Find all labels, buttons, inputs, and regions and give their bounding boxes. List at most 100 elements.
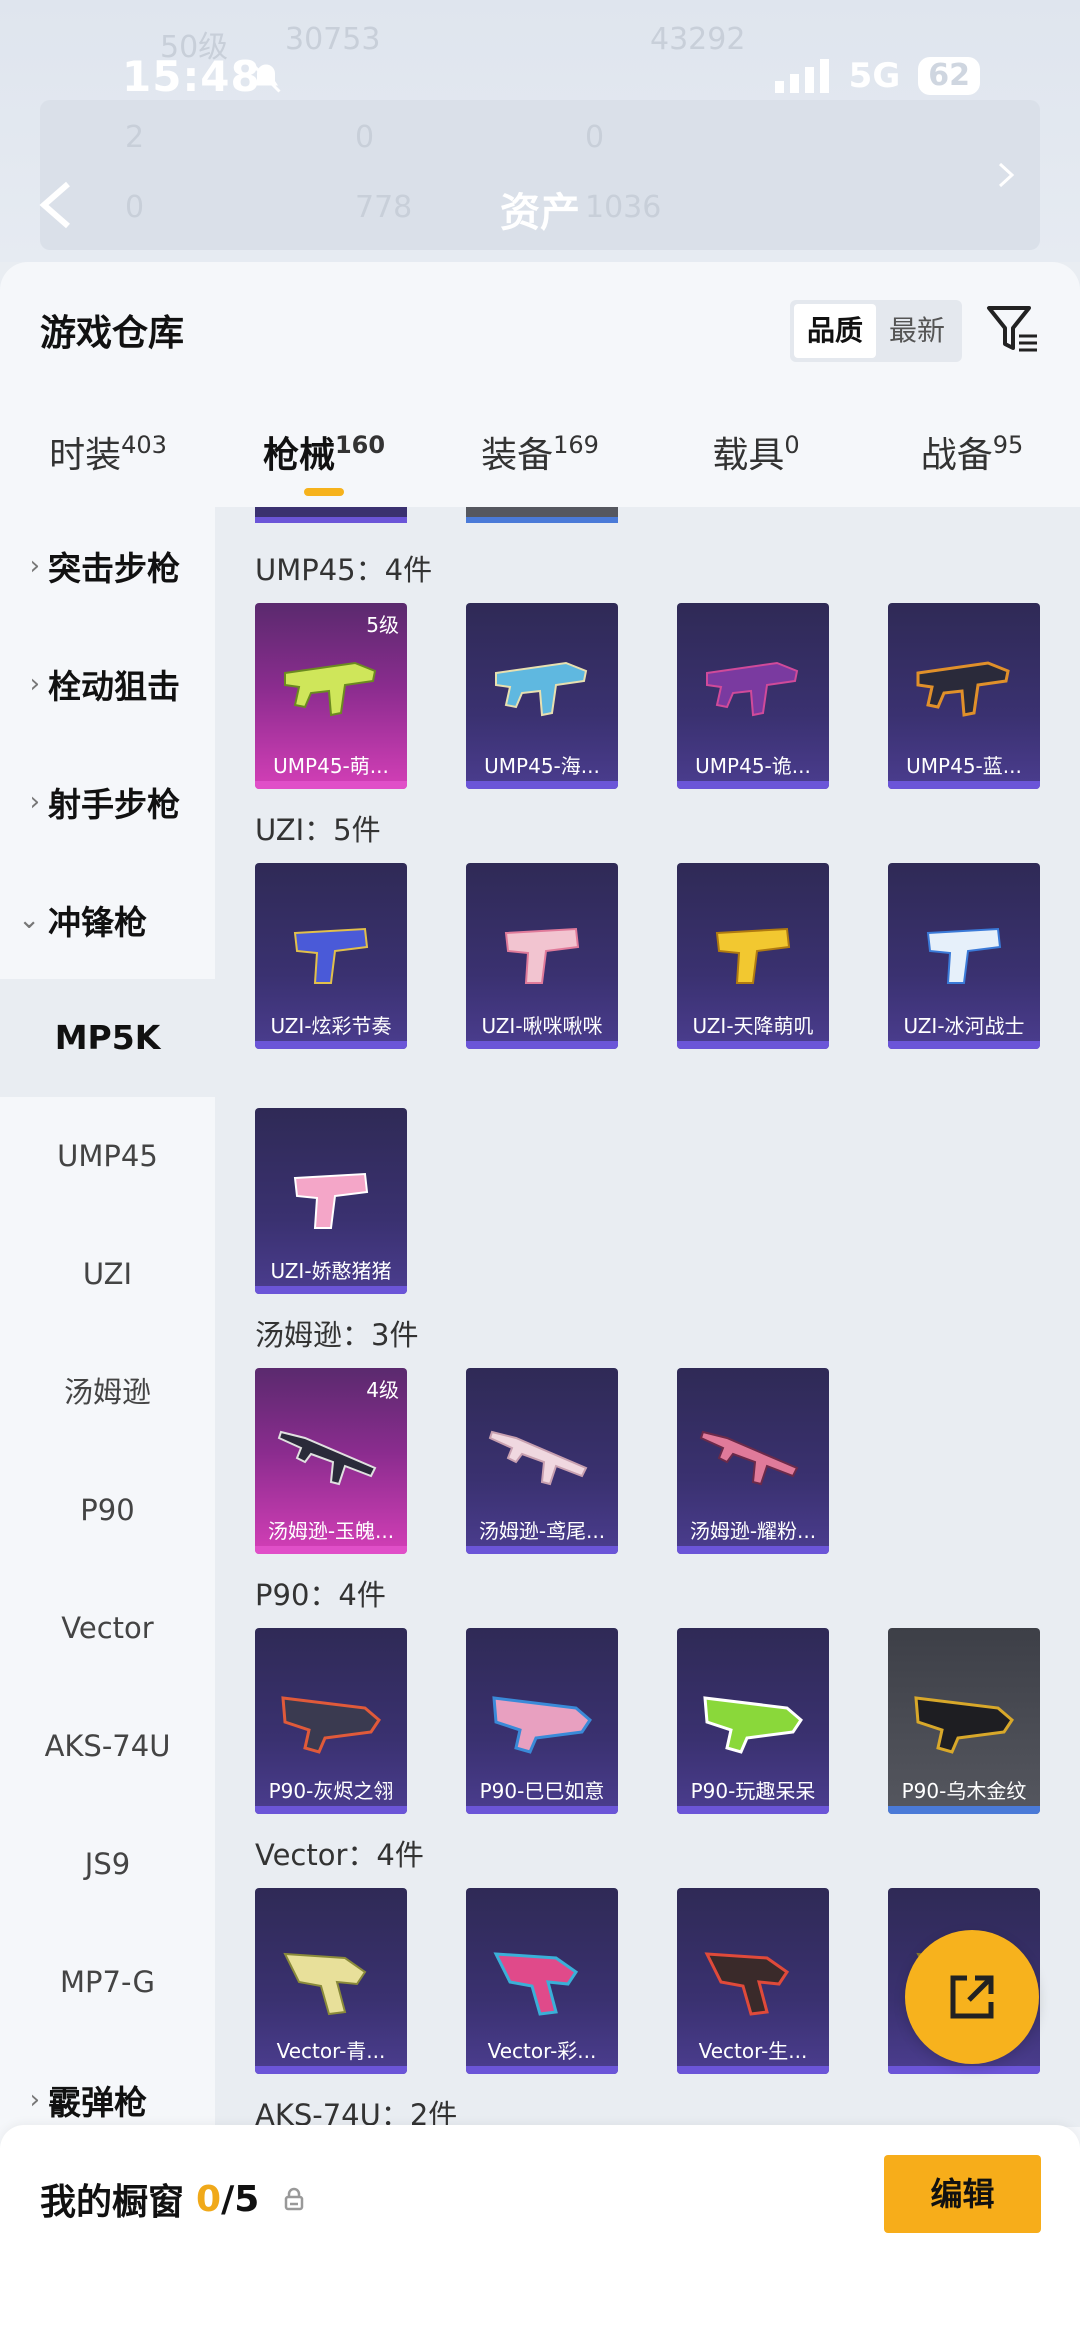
bullpup-icon	[492, 1696, 592, 1754]
sidebar-item-ump45[interactable]: UMP45	[0, 1097, 215, 1215]
tab-fashion[interactable]: 时装403	[0, 412, 216, 502]
rifle-icon	[277, 1430, 377, 1486]
sidebar-cat-assault-rifle[interactable]: › 突击步枪	[0, 507, 215, 625]
sidebar-item-p90[interactable]: P90	[0, 1451, 215, 1569]
sidebar-item-vector[interactable]: Vector	[0, 1569, 215, 1687]
bullpup-icon	[914, 1696, 1014, 1754]
sidebar-cat-shotgun[interactable]: › 霰弹枪	[0, 2041, 215, 2127]
tab-vehicles[interactable]: 载具0	[648, 412, 864, 502]
weapon-card[interactable]: UZI-炫彩节奏	[255, 863, 407, 1049]
tab-label: 时装	[49, 435, 122, 476]
tab-firearms[interactable]: 枪械160	[216, 412, 432, 502]
sidebar-item-thompson[interactable]: 汤姆逊	[0, 1333, 215, 1451]
group-title-uzi: UZI：5件	[255, 813, 381, 847]
network-label: 5G	[848, 56, 901, 96]
weapon-card[interactable]: 汤姆逊-耀粉...	[677, 1368, 829, 1554]
sidebar-cat-label: 冲锋枪	[48, 903, 147, 942]
weapon-card[interactable]: UZI-冰河战士	[888, 863, 1040, 1049]
chevron-right-icon[interactable]	[996, 160, 1016, 190]
filter-icon[interactable]	[985, 302, 1039, 356]
weapon-card[interactable]: 4级 汤姆逊-玉魄...	[255, 1368, 407, 1554]
weapon-card[interactable]: Vector-彩...	[466, 1888, 618, 2074]
weapon-name: Vector-青...	[276, 2039, 386, 2063]
weapon-card[interactable]: P90-巳巳如意	[466, 1628, 618, 1814]
chevron-right-icon: ›	[29, 669, 40, 699]
weapon-card[interactable]: UZI-娇憨猪猪	[255, 1108, 407, 1294]
sort-newest[interactable]: 最新	[876, 304, 958, 358]
weapon-card[interactable]: UMP45-诡...	[677, 603, 829, 789]
signal-icon	[774, 59, 829, 93]
level-badge: 4级	[366, 1378, 399, 1402]
header-background: 50级 30753 43292 2 0 0 0 778 1036 15:48 5…	[0, 0, 1080, 262]
sort-toggle: 品质 最新	[790, 300, 962, 362]
tab-count: 160	[334, 431, 386, 459]
bg-value: 43292	[650, 22, 746, 57]
group-title-aks74u: AKS-74U：2件	[255, 2098, 458, 2127]
sidebar-cat-bolt-sniper[interactable]: › 栓动狙击	[0, 625, 215, 743]
weapon-name: UZI-娇憨猪猪	[270, 1259, 392, 1283]
panel-title: 游戏仓库	[40, 313, 185, 354]
sort-quality[interactable]: 品质	[794, 304, 876, 358]
rifle-icon	[699, 1430, 799, 1486]
tab-label: 载具	[712, 435, 785, 476]
smg-icon	[706, 661, 799, 717]
sidebar-item-mp5k[interactable]: MP5K	[0, 979, 215, 1097]
weapon-card-partial[interactable]	[466, 507, 618, 523]
weapon-name: P90-灰烬之翎	[268, 1779, 394, 1803]
showcase-count: 0	[196, 2178, 222, 2220]
tab-equipment[interactable]: 装备169	[432, 412, 648, 502]
weapon-card[interactable]: UMP45-蓝...	[888, 603, 1040, 789]
bg-stat: 0	[125, 190, 145, 225]
weapon-card-partial[interactable]	[255, 507, 407, 523]
showcase-bar: 我的橱窗 0 /5 编辑	[0, 2125, 1080, 2347]
sidebar-cat-label: 霰弹枪	[48, 2083, 147, 2122]
weapon-name: UMP45-海...	[484, 754, 600, 778]
external-link-icon	[950, 1975, 994, 2019]
level-badge: 5级	[366, 613, 399, 637]
weapon-card[interactable]: 汤姆逊-鸢尾...	[466, 1368, 618, 1554]
weapon-card[interactable]: Vector-生...	[677, 1888, 829, 2074]
weapon-name: UMP45-萌...	[273, 754, 389, 778]
sidebar-cat-label: 射手步枪	[48, 785, 180, 824]
bullpup-icon	[281, 1696, 381, 1754]
rifle-icon	[488, 1430, 588, 1486]
sidebar-item-uzi[interactable]: UZI	[0, 1215, 215, 1333]
sidebar-item-mp7g[interactable]: MP7-G	[0, 1923, 215, 2041]
weapon-card[interactable]: Vector-青...	[255, 1888, 407, 2074]
bg-stat: 778	[355, 190, 413, 225]
weapon-card[interactable]: 5级 UMP45-萌...	[255, 603, 407, 789]
weapon-name: UZI-天降萌叽	[692, 1014, 814, 1038]
chevron-right-icon: ›	[29, 787, 40, 817]
pistol-smg-icon	[293, 927, 369, 984]
pistol-smg-icon	[926, 927, 1002, 984]
weapon-name: UZI-啾咪啾咪	[481, 1014, 603, 1038]
weapon-name: UZI-冰河战士	[903, 1014, 1025, 1038]
tab-tactical[interactable]: 战备95	[864, 412, 1080, 502]
bullpup-icon	[703, 1696, 803, 1754]
back-arrow-icon[interactable]	[36, 180, 76, 230]
weapon-card[interactable]: P90-乌木金纹	[888, 1628, 1040, 1814]
sidebar-cat-smg[interactable]: ⌄ 冲锋枪	[0, 861, 215, 979]
bg-stat: 0	[355, 120, 375, 155]
bg-value: 30753	[285, 22, 381, 57]
edit-button[interactable]: 编辑	[884, 2155, 1041, 2233]
vector-icon	[704, 1952, 790, 2016]
bg-stat: 0	[585, 120, 605, 155]
tab-count: 169	[553, 431, 599, 459]
bg-stat: 1036	[585, 190, 662, 225]
weapon-card[interactable]: UZI-啾咪啾咪	[466, 863, 618, 1049]
sidebar-item-aks74u[interactable]: AKS-74U	[0, 1687, 215, 1805]
sidebar-cat-label: 栓动狙击	[48, 667, 180, 706]
weapon-card[interactable]: UMP45-海...	[466, 603, 618, 789]
weapon-card[interactable]: UZI-天降萌叽	[677, 863, 829, 1049]
share-fab-button[interactable]	[905, 1930, 1039, 2064]
weapon-card[interactable]: P90-灰烬之翎	[255, 1628, 407, 1814]
tab-count: 0	[784, 431, 800, 459]
sidebar-cat-marksman[interactable]: › 射手步枪	[0, 743, 215, 861]
vector-icon	[283, 1952, 367, 2016]
weapon-card[interactable]: P90-玩趣呆呆	[677, 1628, 829, 1814]
pistol-smg-icon	[715, 927, 791, 984]
group-title-p90: P90：4件	[255, 1578, 386, 1612]
weapon-name: 汤姆逊-玉魄...	[267, 1519, 395, 1543]
sidebar-item-js9[interactable]: JS9	[0, 1805, 215, 1923]
